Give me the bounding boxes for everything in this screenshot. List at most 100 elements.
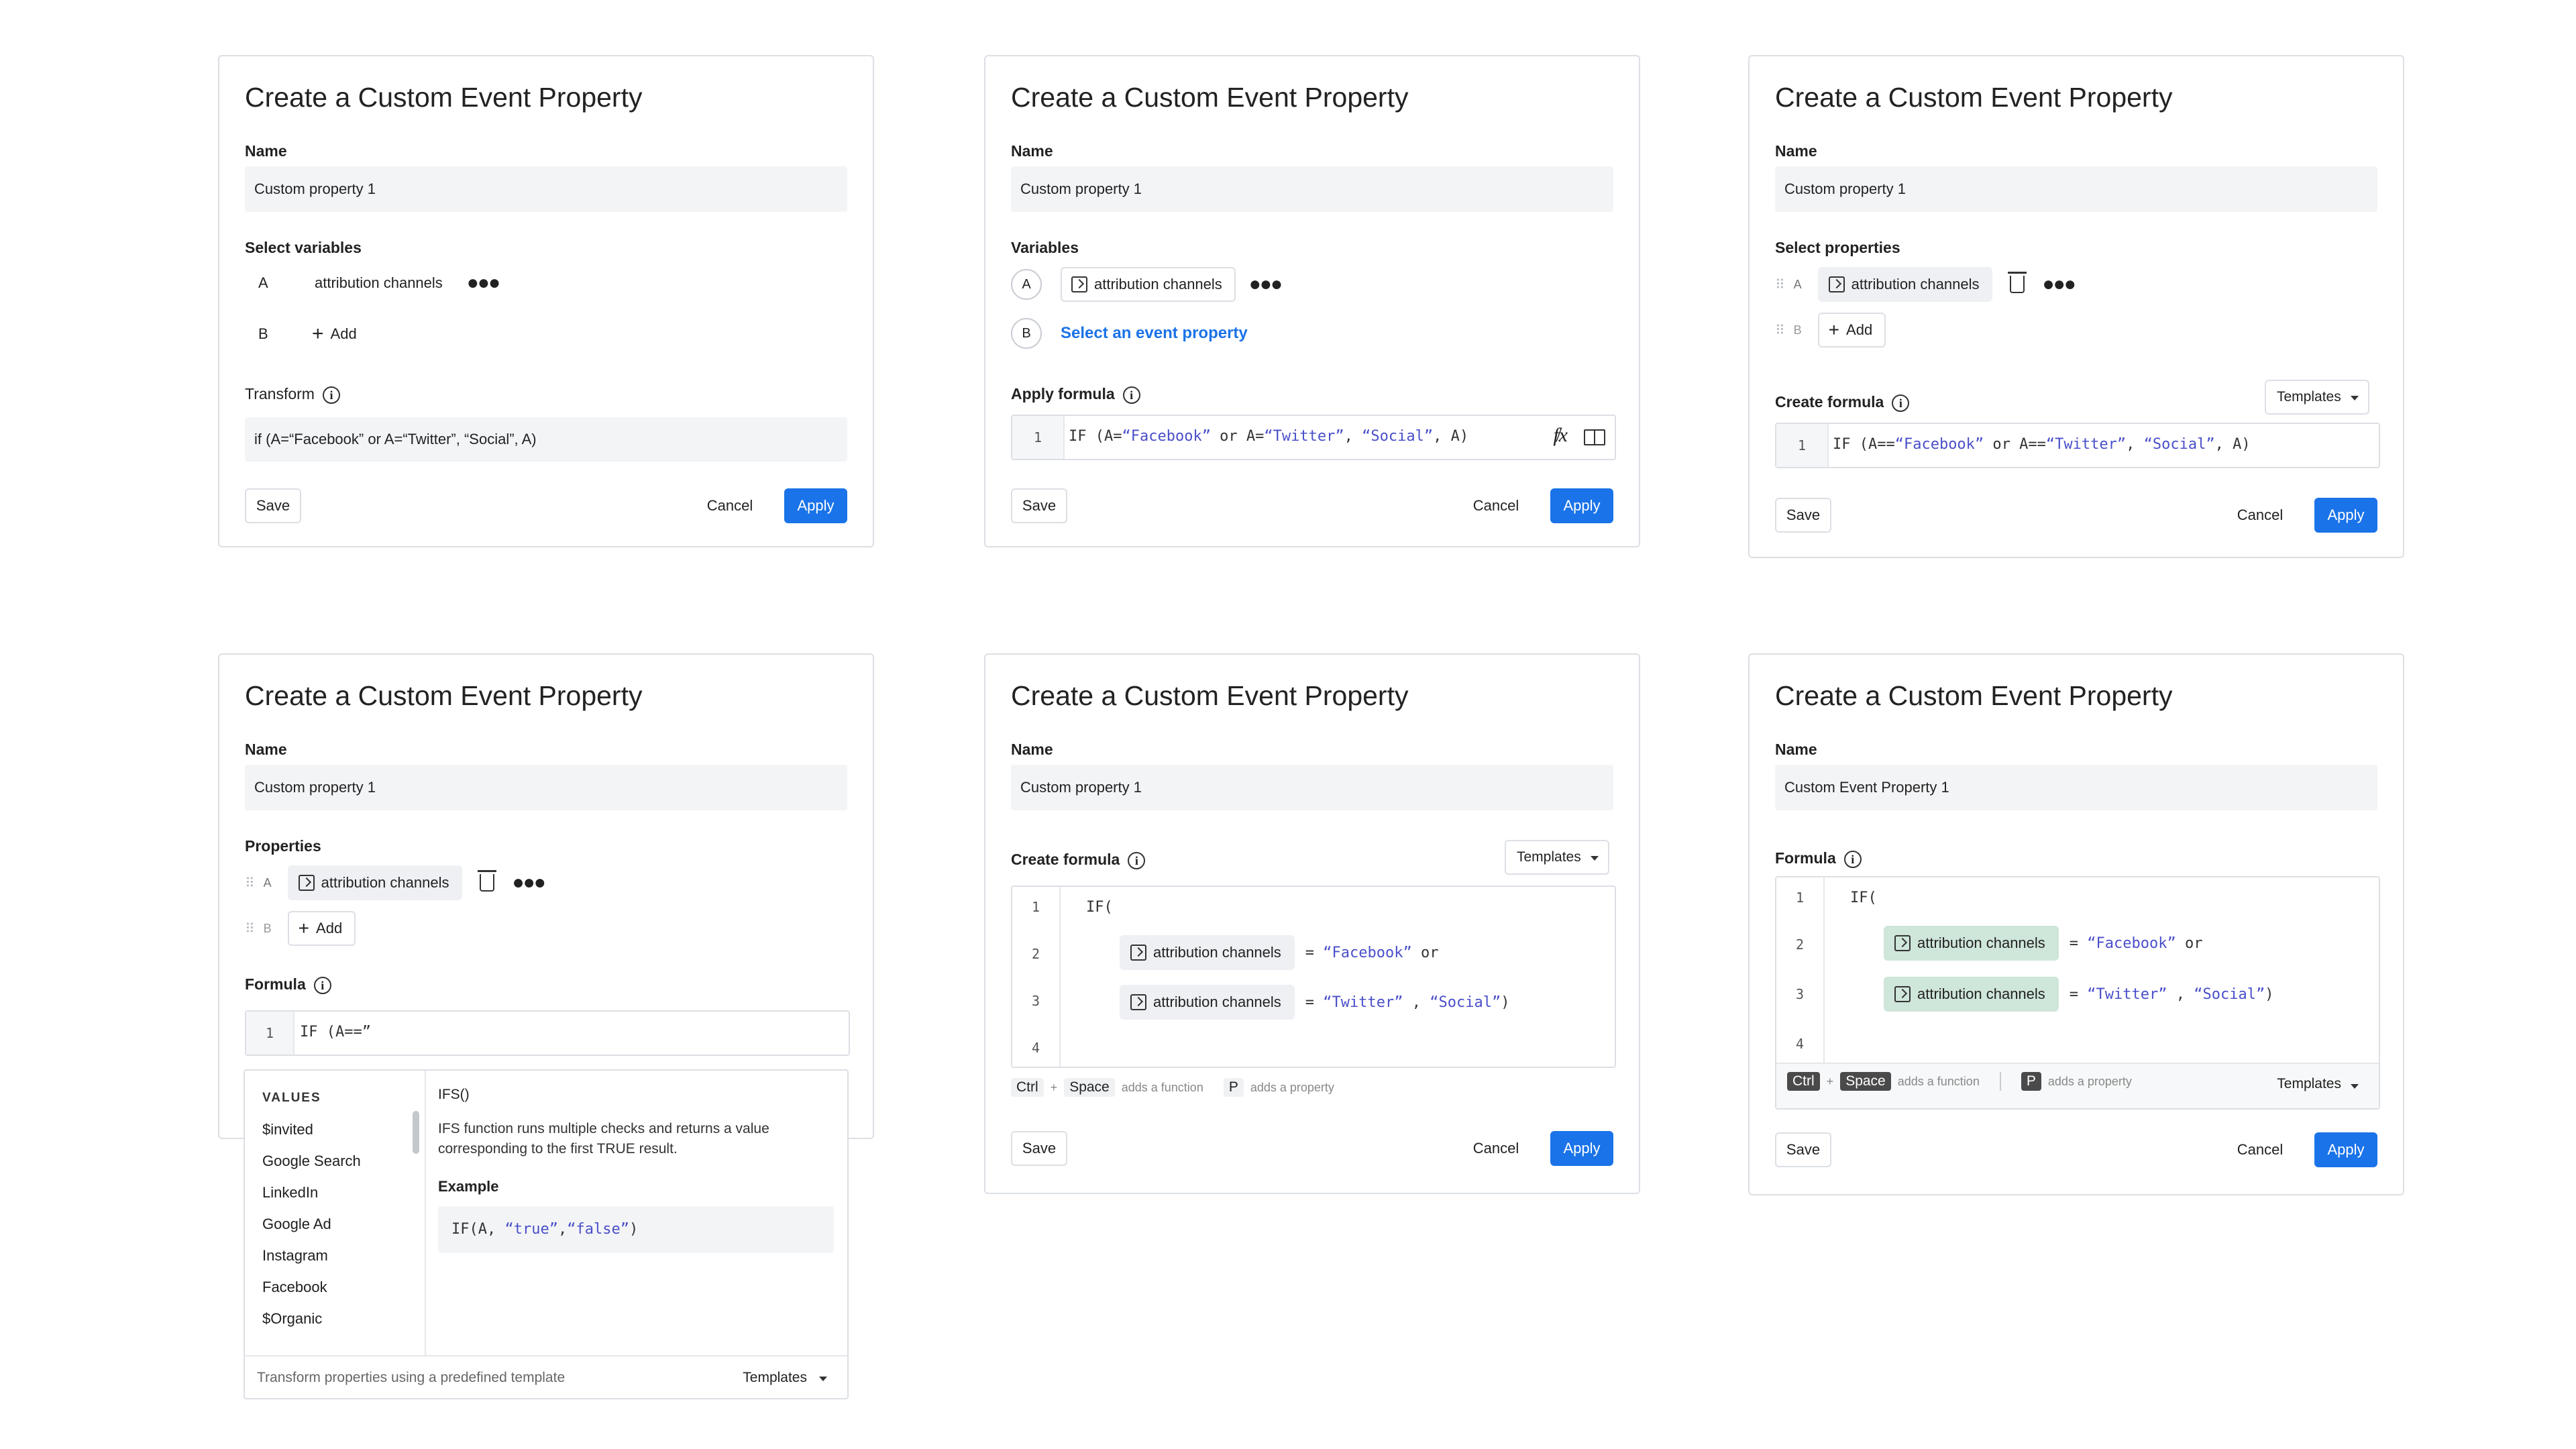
transform-field[interactable]: if (A=“Facebook” or A=“Twitter”, “Social…	[245, 417, 847, 462]
save-button[interactable]: Save	[245, 488, 301, 523]
name-label: Name	[1011, 741, 1053, 758]
p-key: P	[1223, 1078, 1244, 1097]
variable-letter: B	[263, 921, 272, 935]
formula-editor[interactable]: 1 IF (A==”	[245, 1010, 850, 1056]
book-icon[interactable]	[1584, 429, 1605, 445]
apply-button[interactable]: Apply	[1550, 488, 1613, 523]
save-button[interactable]: Save	[1011, 1131, 1067, 1166]
cancel-button[interactable]: Cancel	[2223, 498, 2297, 533]
more-icon[interactable]: ●●●	[2042, 273, 2076, 296]
name-field[interactable]: Custom property 1	[1011, 765, 1613, 810]
scrollbar-thumb[interactable]	[413, 1111, 419, 1154]
formula-code-line-3: attribution channels = “Twitter” , “Soci…	[1884, 977, 2273, 1012]
info-icon[interactable]: i	[1843, 850, 1862, 868]
apply-button[interactable]: Apply	[2314, 1132, 2377, 1167]
save-button[interactable]: Save	[1775, 498, 1831, 533]
apply-button[interactable]: Apply	[784, 488, 847, 523]
more-icon[interactable]: ●●●	[467, 272, 500, 294]
value-item[interactable]: LinkedIn	[262, 1177, 361, 1208]
info-icon[interactable]: i	[322, 386, 340, 404]
info-icon[interactable]: i	[1122, 386, 1140, 404]
add-variable-button[interactable]: Add	[331, 325, 357, 343]
name-field[interactable]: Custom property 1	[1775, 166, 2377, 212]
example-code: IF(A, “true”,“false”)	[438, 1206, 834, 1253]
templates-dropdown[interactable]: Templates	[2265, 380, 2369, 415]
name-field[interactable]: Custom Event Property 1	[1775, 765, 2377, 810]
panel-3: Create a Custom Event Property Name Cust…	[1748, 55, 2404, 558]
variable-letter: B	[1793, 323, 1802, 337]
select-event-property-link[interactable]: Select an event property	[1061, 324, 1248, 343]
name-field[interactable]: Custom property 1	[245, 765, 847, 810]
values-items: $invited Google Search LinkedIn Google A…	[262, 1114, 361, 1334]
templates-dropdown[interactable]: Templates	[2277, 1076, 2341, 1092]
function-icon[interactable]: f̸x	[1553, 424, 1568, 447]
save-button[interactable]: Save	[1011, 488, 1067, 523]
cancel-button[interactable]: Cancel	[1459, 488, 1533, 523]
info-icon[interactable]: i	[313, 976, 331, 994]
drag-handle-icon[interactable]: ⠿	[1775, 276, 1785, 293]
variable-value[interactable]: attribution channels	[315, 274, 443, 292]
drag-handle-icon[interactable]: ⠿	[1775, 322, 1785, 339]
property-chip[interactable]: attribution channels	[1884, 926, 2059, 961]
space-key: Space	[1064, 1078, 1115, 1097]
value-item[interactable]: $Organic	[262, 1303, 361, 1334]
line-number: 4	[1795, 1036, 1805, 1052]
property-chip[interactable]: attribution channels	[1817, 267, 1993, 302]
chevron-down-icon[interactable]	[819, 1377, 827, 1381]
property-chip-label: attribution channels	[1917, 934, 2045, 951]
apply-button[interactable]: Apply	[1550, 1131, 1613, 1166]
properties-label: Select properties	[1775, 239, 1900, 256]
formula-editor[interactable]: 1 IF (A=“Facebook” or A=“Twitter”, “Soci…	[1011, 415, 1616, 460]
variables-label: Select variables	[245, 239, 362, 256]
dialog-title: Create a Custom Event Property	[1011, 82, 1409, 113]
drag-handle-icon[interactable]: ⠿	[245, 920, 255, 937]
name-field[interactable]: Custom property 1	[1011, 166, 1613, 212]
trash-icon[interactable]	[2008, 272, 2027, 293]
cancel-button[interactable]: Cancel	[1459, 1131, 1533, 1166]
value-item[interactable]: Instagram	[262, 1240, 361, 1271]
ctrl-key: Ctrl	[1011, 1078, 1044, 1097]
formula-editor[interactable]: 1 IF (A==“Facebook” or A==“Twitter”, “So…	[1775, 423, 2380, 468]
property-chip[interactable]: attribution channels	[1120, 935, 1295, 970]
info-icon[interactable]: i	[1892, 394, 1910, 412]
drag-handle-icon[interactable]: ⠿	[245, 875, 255, 892]
add-property-button[interactable]: + Add	[1817, 313, 1886, 347]
save-button[interactable]: Save	[1775, 1132, 1831, 1167]
formula-editor[interactable]: 1 2 3 4 IF( attribution channels = “Face…	[1011, 885, 1616, 1068]
add-property-button[interactable]: + Add	[287, 911, 356, 946]
dialog-title: Create a Custom Event Property	[245, 82, 643, 113]
cancel-button[interactable]: Cancel	[2223, 1132, 2297, 1167]
code-text: = “Facebook” or	[1305, 944, 1439, 961]
apply-button[interactable]: Apply	[2314, 498, 2377, 533]
formula-label-text: Formula	[1775, 849, 1836, 867]
value-item[interactable]: $invited	[262, 1114, 361, 1145]
line-number: 1	[265, 1025, 274, 1041]
property-hint: adds a property	[2047, 1074, 2132, 1088]
value-item[interactable]: Facebook	[262, 1271, 361, 1303]
trash-icon[interactable]	[478, 870, 497, 892]
value-item[interactable]: Google Search	[262, 1145, 361, 1177]
property-chip[interactable]: attribution channels	[1884, 977, 2059, 1012]
templates-dropdown[interactable]: Templates	[1505, 840, 1609, 875]
property-chip-label: attribution channels	[321, 874, 449, 891]
property-chip[interactable]: attribution channels	[1120, 985, 1295, 1020]
value-item[interactable]: Google Ad	[262, 1208, 361, 1240]
property-icon	[1130, 994, 1146, 1010]
more-icon[interactable]: ●●●	[1249, 273, 1283, 296]
function-hint: adds a function	[1897, 1074, 1980, 1088]
name-field[interactable]: Custom property 1	[245, 166, 847, 212]
cancel-button[interactable]: Cancel	[693, 488, 767, 523]
property-row-b: ⠿ B + Add	[245, 911, 356, 946]
templates-dropdown[interactable]: Templates	[743, 1370, 807, 1386]
info-icon[interactable]: i	[1128, 851, 1146, 869]
chevron-down-icon[interactable]	[2351, 1084, 2359, 1089]
name-label: Name	[1775, 142, 1817, 160]
panel-1: Create a Custom Event Property Name Cust…	[218, 55, 874, 547]
formula-code-line-1: IF(	[1086, 899, 1113, 916]
property-chip[interactable]: attribution channels	[287, 865, 463, 900]
property-chip[interactable]: attribution channels	[1061, 267, 1236, 302]
variable-row-b: B Select an event property	[1011, 318, 1248, 349]
formula-editor[interactable]: 1 2 3 4 IF( attribution channels = “Face…	[1775, 876, 2380, 1110]
more-icon[interactable]: ●●●	[512, 871, 545, 894]
dialog-title: Create a Custom Event Property	[1775, 82, 2173, 113]
